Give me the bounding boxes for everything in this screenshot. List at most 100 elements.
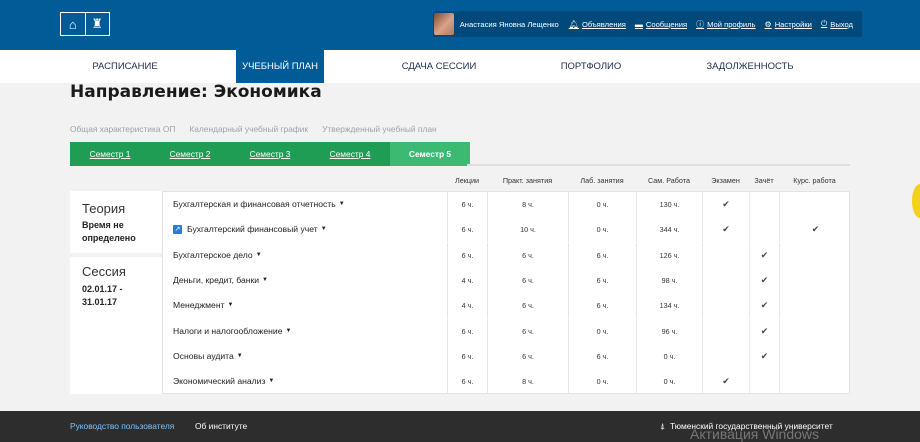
page-title: Направление: Экономика [70, 82, 322, 102]
cell-prac: 10 ч. [487, 217, 568, 243]
cell-self: 344 ч. [636, 217, 702, 243]
cell-lec: 6 ч. [447, 343, 487, 369]
caret-down-icon[interactable]: ▼ [256, 243, 262, 268]
caret-down-icon[interactable]: ▼ [237, 344, 243, 369]
tab-semester-5[interactable]: Семестр 5 [390, 142, 470, 166]
cell-exam [702, 267, 749, 293]
tab-semester-1[interactable]: Семестр 1 [70, 142, 150, 166]
cell-course [779, 267, 851, 293]
schedule-info-panel: Теория Время не определено Сессия 02.01.… [70, 191, 162, 394]
nav-portfolio[interactable]: Портфолио [526, 50, 656, 83]
cell-exam [702, 343, 749, 369]
caret-down-icon[interactable]: ▼ [339, 192, 345, 217]
col-practice: Практ. занятия [502, 176, 553, 185]
cell-self: 126 ч. [636, 242, 702, 268]
nav-curriculum[interactable]: Учебный план [236, 50, 324, 83]
cell-lec: 6 ч. [447, 318, 487, 344]
subject-name[interactable]: Менеджмент ▼ [173, 293, 233, 318]
cell-course [779, 242, 851, 268]
caret-down-icon[interactable]: ▼ [321, 217, 327, 242]
message-icon: ▬ [634, 19, 643, 29]
settings-link[interactable]: ⚙ Настройки [765, 20, 812, 29]
cell-credit: ✔ [749, 318, 779, 344]
subject-name[interactable]: Деньги, кредит, банки ▼ [173, 268, 268, 293]
table-row: Менеджмент ▼ 4 ч. 6 ч. 6 ч. 134 ч. ✔ [163, 293, 851, 319]
curriculum-sublinks: Общая характеристика ОП Календарный учеб… [70, 124, 437, 134]
tab-divider [467, 164, 850, 166]
cell-credit: ✔ [749, 343, 779, 369]
semester-tabs: Семестр 1 Семестр 2 Семестр 3 Семестр 4 … [70, 142, 470, 166]
caret-down-icon[interactable]: ▼ [262, 268, 268, 293]
cell-exam [702, 318, 749, 344]
cell-self: 98 ч. [636, 267, 702, 293]
campus-tower-icon: ♜ [84, 13, 110, 35]
cell-self: 96 ч. [636, 318, 702, 344]
caret-down-icon[interactable]: ▼ [268, 369, 274, 394]
subject-name[interactable]: ↗ Бухгалтерский финансовый учет ▼ [173, 217, 327, 242]
subject-name[interactable]: Налоги и налогообложение ▼ [173, 319, 291, 344]
profile-link[interactable]: ⓘ Мой профиль [696, 19, 755, 30]
university-logo[interactable]: ⌂ ♜ [60, 12, 110, 36]
cell-lab: 0 ч. [568, 318, 636, 344]
university-logo-icon: ⍋ [660, 421, 666, 431]
cell-lec: 6 ч. [447, 242, 487, 268]
power-icon: ⏻ [820, 19, 828, 28]
cell-exam: ✔ [702, 192, 749, 217]
cell-course [779, 343, 851, 369]
check-icon: ✔ [811, 224, 820, 235]
university-building-icon: ⌂ [68, 16, 77, 32]
subject-name[interactable]: Экономический анализ ▼ [173, 369, 274, 394]
cell-credit: ✔ [749, 267, 779, 293]
sublink-calendar[interactable]: Календарный учебный график [189, 124, 308, 134]
external-link-icon[interactable]: ↗ [173, 225, 182, 235]
sublink-approved-plan[interactable]: Утвержденный учебный план [322, 124, 437, 134]
check-icon: ✔ [760, 300, 769, 311]
nav-session[interactable]: Сдача сессии [374, 50, 504, 83]
check-icon: ✔ [760, 274, 769, 285]
caret-down-icon[interactable]: ▼ [286, 319, 292, 344]
cell-prac: 6 ч. [487, 293, 568, 319]
subject-name[interactable]: Основы аудита ▼ [173, 344, 243, 369]
gear-icon: ⚙ [764, 19, 772, 29]
check-icon: ✔ [722, 376, 730, 387]
nav-schedule[interactable]: Расписание [60, 50, 190, 83]
subject-name[interactable]: Бухгалтерская и финансовая отчетность ▼ [173, 192, 345, 217]
tab-semester-2[interactable]: Семестр 2 [150, 142, 230, 166]
col-credit: Зачёт [754, 176, 774, 185]
cell-lec: 4 ч. [447, 267, 487, 293]
table-row: Налоги и налогообложение ▼ 6 ч. 6 ч. 0 ч. 96 … [163, 318, 851, 344]
cell-exam [702, 242, 749, 268]
tab-semester-4[interactable]: Семестр 4 [310, 142, 390, 166]
col-exam: Экзамен [711, 176, 740, 185]
user-guide-link[interactable]: Руководство пользователя [70, 411, 174, 442]
check-icon: ✔ [760, 350, 769, 361]
logout-link[interactable]: ⏻ Выход [821, 19, 853, 29]
table-row: Основы аудита ▼ 6 ч. 6 ч. 6 ч. 0 ч. ✔ [163, 343, 851, 369]
cell-lab: 0 ч. [568, 217, 636, 243]
sublink-characteristics[interactable]: Общая характеристика ОП [70, 124, 175, 134]
table-header: Лекции Практ. занятия Лаб. занятия Сам. … [447, 172, 850, 190]
theory-text: Время не определено [82, 220, 136, 243]
cell-self: 0 ч. [636, 369, 702, 395]
avatar[interactable] [434, 13, 454, 35]
check-icon: ✔ [760, 249, 769, 260]
table-row: Экономический анализ ▼ 6 ч. 8 ч. 0 ч. 0 ч. ✔ [163, 369, 851, 395]
cell-credit: ✔ [749, 293, 779, 319]
cell-lab: 6 ч. [568, 242, 636, 268]
announcements-link[interactable]: 🔔︎ Объявления [569, 20, 626, 29]
about-link[interactable]: Об институте [195, 411, 247, 442]
cell-course [779, 293, 851, 319]
cell-course [779, 369, 851, 395]
tab-semester-3[interactable]: Семестр 3 [230, 142, 310, 166]
caret-down-icon[interactable]: ▼ [228, 293, 234, 318]
messages-link[interactable]: ▬ Сообщения [635, 20, 687, 29]
cell-lab: 6 ч. [568, 267, 636, 293]
check-icon: ✔ [722, 224, 730, 235]
cell-exam [702, 293, 749, 319]
session-heading: Сессия [82, 264, 126, 279]
subject-name[interactable]: Бухгалтерское дело ▼ [173, 243, 262, 268]
table-row: Бухгалтерская и финансовая отчетность ▼ 6 … [163, 192, 851, 217]
col-self-work: Сам. Работа [648, 176, 690, 185]
nav-debts[interactable]: Задолженность [685, 50, 815, 83]
col-lab: Лаб. занятия [580, 176, 624, 185]
